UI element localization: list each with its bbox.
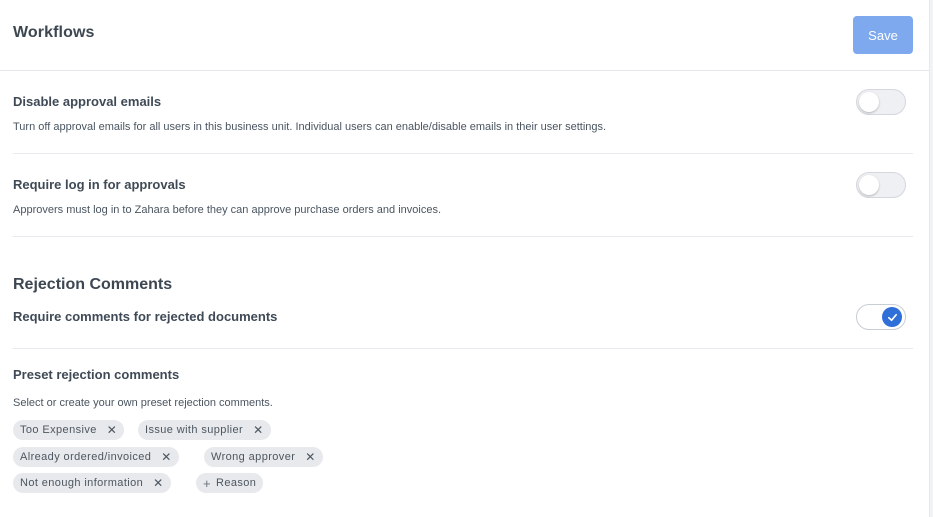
toggle-knob <box>882 307 902 327</box>
chip-label: Issue with supplier <box>145 424 244 436</box>
chip-label: Already ordered/invoiced <box>20 451 152 463</box>
close-icon[interactable]: ✕ <box>107 424 117 436</box>
rejection-chip[interactable]: Already ordered/invoiced ✕ <box>13 447 179 467</box>
close-icon[interactable]: ✕ <box>153 477 163 489</box>
close-icon[interactable]: ✕ <box>305 451 315 463</box>
chip-label: Wrong approver <box>211 451 296 463</box>
divider <box>13 236 913 237</box>
page-header: Workflows Save <box>0 0 929 71</box>
close-icon[interactable]: ✕ <box>161 451 171 463</box>
rejection-chip[interactable]: Issue with supplier ✕ <box>138 420 271 440</box>
rejection-chip[interactable]: Too Expensive ✕ <box>13 420 125 440</box>
divider <box>13 348 913 349</box>
add-reason-button[interactable]: + Reason <box>196 473 264 493</box>
disable-approval-emails-toggle[interactable] <box>856 89 906 115</box>
rejection-chip[interactable]: Wrong approver ✕ <box>204 447 323 467</box>
disable-approval-emails-description: Turn off approval emails for all users i… <box>13 121 607 133</box>
scrollbar[interactable] <box>929 0 933 517</box>
require-login-title: Require log in for approvals <box>13 177 186 192</box>
require-comments-title: Require comments for rejected documents <box>13 309 278 324</box>
rejection-chip[interactable]: Not enough information ✕ <box>13 473 171 493</box>
chip-label: Not enough information <box>20 477 144 489</box>
check-icon <box>887 313 897 321</box>
preset-rejection-comments-title: Preset rejection comments <box>13 367 180 382</box>
require-login-toggle[interactable] <box>856 172 906 198</box>
require-login-description: Approvers must log in to Zahara before t… <box>13 204 442 216</box>
chip-label: Too Expensive <box>20 424 97 436</box>
toggle-knob <box>859 175 879 195</box>
plus-icon: + <box>203 475 211 491</box>
preset-rejection-comments-description: Select or create your own preset rejecti… <box>13 397 273 409</box>
require-comments-toggle[interactable] <box>856 304 906 330</box>
page-title: Workflows <box>13 24 95 41</box>
rejection-comments-heading: Rejection Comments <box>13 276 173 293</box>
close-icon[interactable]: ✕ <box>253 424 263 436</box>
disable-approval-emails-title: Disable approval emails <box>13 94 162 109</box>
save-button[interactable]: Save <box>853 16 913 54</box>
toggle-knob <box>859 92 879 112</box>
add-reason-label: Reason <box>216 477 257 489</box>
divider <box>13 153 913 154</box>
